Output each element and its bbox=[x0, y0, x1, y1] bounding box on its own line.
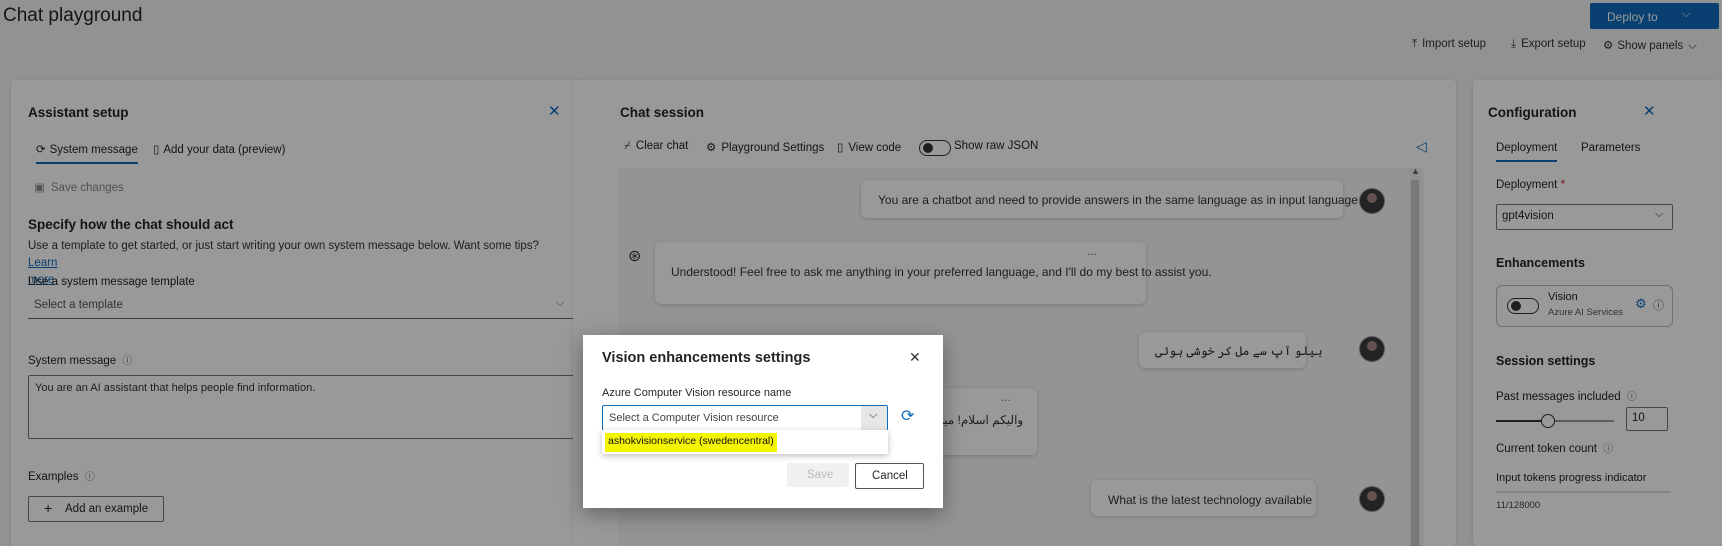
vision-settings-dialog: Vision enhancements settings ✕ Azure Com… bbox=[583, 335, 943, 508]
resource-dropdown[interactable]: Select a Computer Vision resource ⌵ bbox=[602, 405, 888, 431]
dropdown-button[interactable]: ⌵ bbox=[861, 406, 887, 430]
resource-option[interactable]: ashokvisionservice (swedencentral) bbox=[605, 433, 777, 452]
resource-placeholder: Select a Computer Vision resource bbox=[609, 412, 779, 424]
resource-option-label: ashokvisionservice (swedencentral) bbox=[608, 435, 774, 447]
close-icon[interactable]: ✕ bbox=[909, 349, 921, 366]
save-button[interactable]: Save bbox=[787, 463, 849, 487]
field-label: Azure Computer Vision resource name bbox=[602, 387, 792, 399]
refresh-icon[interactable]: ⟳ bbox=[901, 406, 914, 426]
resource-dropdown-list: ashokvisionservice (swedencentral) bbox=[602, 430, 888, 454]
chevron-down-icon: ⌵ bbox=[869, 409, 878, 421]
dialog-title: Vision enhancements settings bbox=[602, 350, 811, 366]
cancel-button[interactable]: Cancel bbox=[855, 463, 924, 489]
cancel-label: Cancel bbox=[872, 470, 908, 482]
save-label: Save bbox=[807, 469, 834, 481]
